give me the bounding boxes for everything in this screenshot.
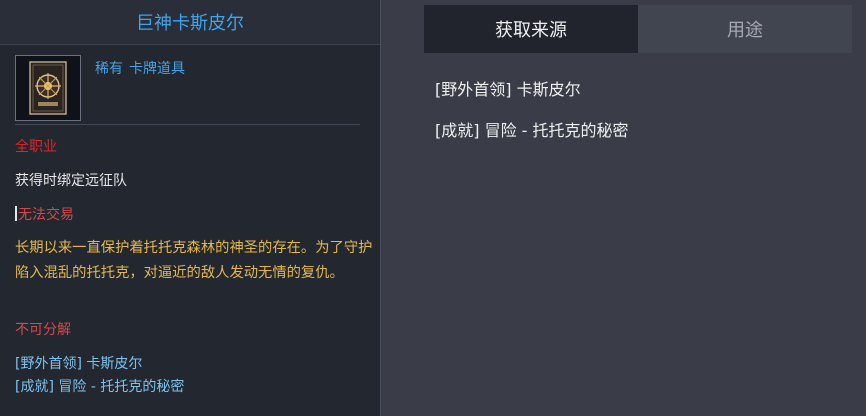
tooltip-source-link[interactable]: [野外首领] 卡斯皮尔 <box>15 354 142 374</box>
trade-status-text: 无法交易 <box>18 207 74 223</box>
source-item[interactable]: [成就] 冒险 - 托托克的秘密 <box>435 119 629 143</box>
trade-status: 无法交易 <box>15 205 74 225</box>
disassemble-status: 不可分解 <box>15 322 71 338</box>
source-item[interactable]: [野外首领] 卡斯皮尔 <box>435 78 629 102</box>
binding-info: 获得时绑定远征队 <box>15 173 127 189</box>
item-title: 巨神卡斯皮尔 <box>0 0 380 45</box>
class-requirement: 全职业 <box>15 139 57 155</box>
source-list: [野外首领] 卡斯皮尔 [成就] 冒险 - 托托克的秘密 <box>435 78 629 160</box>
item-type: 卡牌道具 <box>129 61 185 77</box>
item-tooltip-card: 巨神卡斯皮尔 稀有 卡牌道具 全职业 获得时绑定远征队 无法交易 长期以来一直保护… <box>0 0 381 416</box>
tooltip-source-link[interactable]: [成就] 冒险 - 托托克的秘密 <box>15 377 184 397</box>
tab-usage[interactable]: 用途 <box>638 5 852 53</box>
divider <box>15 124 360 125</box>
source-usage-tabs: 获取来源 用途 <box>424 5 852 53</box>
text-caret <box>15 206 17 221</box>
card-icon <box>15 55 81 121</box>
item-description: 长期以来一直保护着托托克森林的神圣的存在。为了守护陷入混乱的托托克，对逼近的敌人… <box>15 240 373 281</box>
tab-acquisition-source[interactable]: 获取来源 <box>424 5 638 53</box>
item-rarity: 稀有 <box>95 61 123 77</box>
item-grade-type: 稀有 卡牌道具 <box>95 58 185 78</box>
item-summary: 稀有 卡牌道具 <box>15 55 360 125</box>
